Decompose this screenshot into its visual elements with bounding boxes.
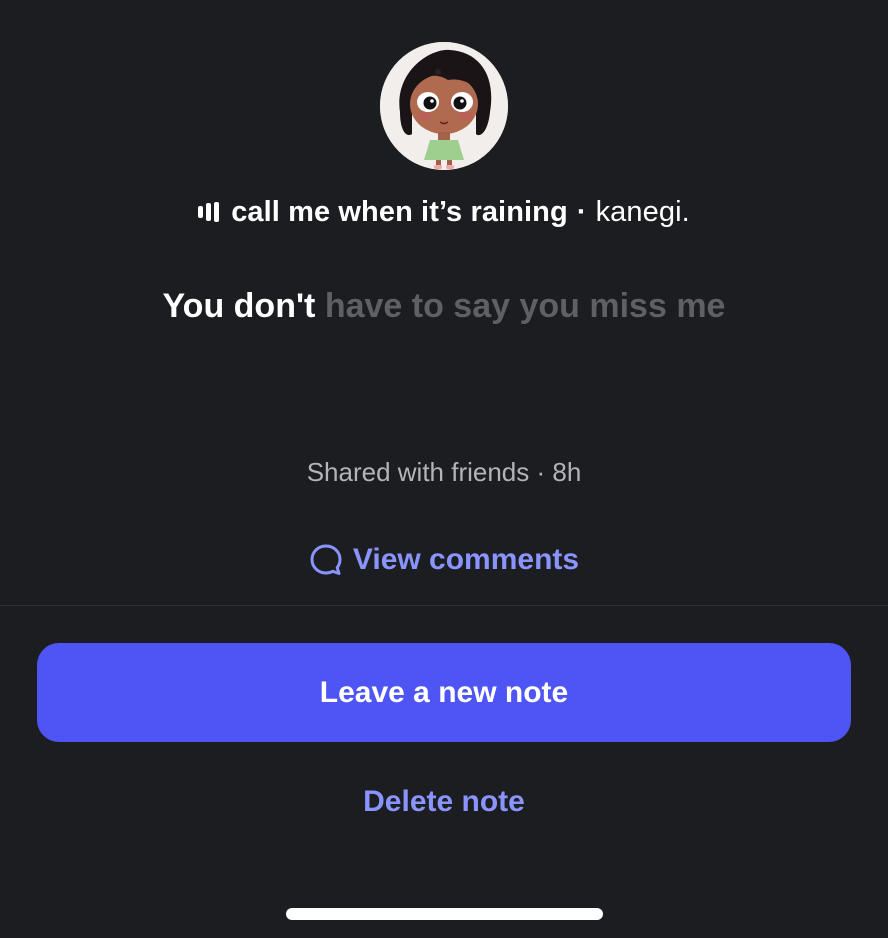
song-title: call me when it’s raining [231, 195, 568, 228]
delete-note-button[interactable]: Delete note [0, 780, 888, 824]
avatar[interactable] [380, 42, 508, 170]
share-meta: Shared with friends · 8h [306, 457, 582, 487]
view-comments-button[interactable]: View comments [0, 538, 888, 582]
music-info[interactable]: call me when it’s raining · kanegi. [0, 192, 888, 232]
separator: · [576, 195, 587, 228]
view-comments-label: View comments [352, 543, 580, 576]
note-sheet: call me when it’s raining · kanegi. You … [0, 0, 888, 938]
lyric-line: You don't have to say you miss me [0, 282, 888, 330]
comment-bubble-icon [310, 544, 342, 575]
lyric-upcoming: have to say you miss me [324, 287, 726, 325]
lyric-active: You don't [162, 287, 316, 325]
avatar-illustration [380, 42, 508, 170]
leave-new-note-button[interactable]: Leave a new note [37, 643, 851, 742]
music-bars-icon [198, 202, 220, 222]
artist-name: kanegi. [595, 195, 690, 228]
divider [0, 605, 888, 606]
home-indicator[interactable] [286, 908, 603, 920]
